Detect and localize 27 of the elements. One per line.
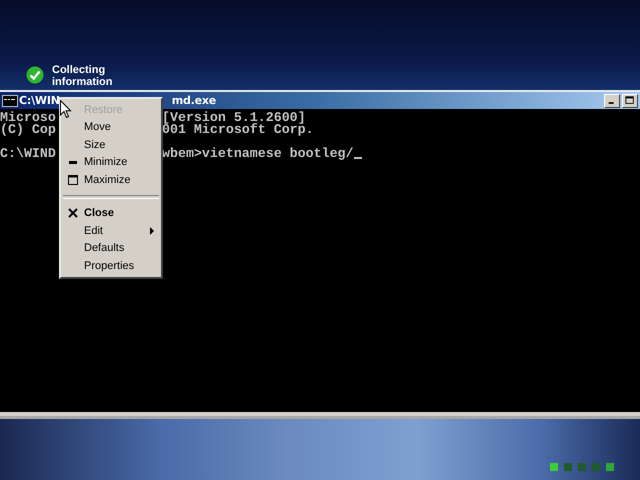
close-icon [68, 208, 78, 218]
console-icon[interactable] [2, 94, 18, 106]
progress-indicator [550, 462, 616, 472]
checkmark-icon [26, 66, 44, 84]
minimize-icon [68, 160, 76, 164]
window-title: C:\WIN [19, 94, 60, 107]
window-title: md.exe [172, 94, 216, 107]
menu-item[interactable]: Defaults [61, 240, 161, 257]
menu-item[interactable]: Move [61, 118, 161, 136]
menu-item[interactable]: Close [61, 204, 161, 222]
console-text: C:\WIND [0, 146, 56, 161]
console-text: (C) Cop [0, 122, 56, 137]
maximize-icon [68, 174, 78, 185]
submenu-arrow-icon [150, 226, 154, 235]
minimize-button[interactable] [604, 94, 620, 108]
console-text: [Version 5.1.2600] [162, 112, 306, 124]
menu-item[interactable]: Edit [61, 222, 161, 240]
menu-item[interactable]: Maximize [61, 171, 161, 188]
menu-item[interactable]: Minimize [61, 154, 161, 171]
menu-item[interactable]: Properties [61, 257, 161, 274]
console-text: wbem>vietnamese bootleg/ [162, 148, 354, 160]
maximize-button[interactable] [622, 94, 638, 108]
text-cursor [354, 157, 362, 159]
maximize-icon [625, 96, 635, 105]
status-text: Collecting information [52, 64, 114, 88]
menu-item[interactable]: Size [61, 136, 161, 154]
console-text: 001 Microsoft Corp. [162, 124, 314, 136]
